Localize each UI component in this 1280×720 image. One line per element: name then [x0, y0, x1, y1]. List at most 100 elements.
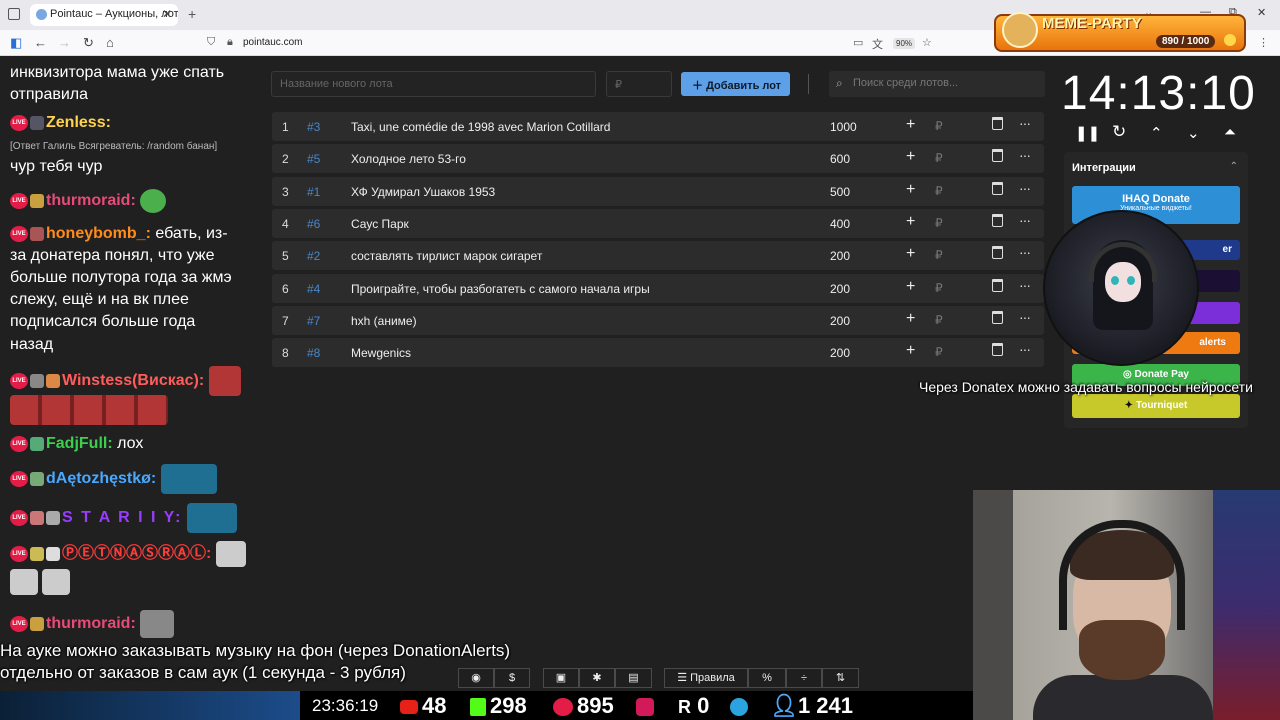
lot-id[interactable]: #7 — [307, 314, 320, 328]
lot-name[interactable]: составлять тирлист марок сигарет — [351, 249, 542, 263]
sort-icon[interactable]: ⇅ — [822, 668, 859, 688]
trash-icon[interactable] — [992, 343, 1003, 357]
timer-decrease-button[interactable]: ⌄ — [1187, 124, 1200, 142]
more-options-icon[interactable]: ··· — [1019, 180, 1031, 196]
ruble-icon[interactable]: ₽ — [935, 345, 943, 359]
add-amount-icon[interactable]: + — [906, 278, 915, 296]
tourniquet-button[interactable]: ✦ Tourniquet — [1072, 394, 1240, 418]
reset-timer-button[interactable]: ↻ — [1112, 122, 1126, 142]
lot-amount[interactable]: 200 — [830, 346, 850, 360]
bookmark-star-icon[interactable]: ☆ — [922, 36, 932, 49]
add-amount-icon[interactable]: + — [906, 116, 915, 134]
split-icon[interactable]: ÷ — [786, 668, 822, 688]
lot-name[interactable]: Проиграйте, чтобы разбогатеть с самого н… — [351, 282, 650, 296]
add-amount-icon[interactable]: + — [906, 181, 915, 199]
lot-amount-input[interactable]: ₽ — [606, 71, 672, 97]
ruble-icon[interactable]: ₽ — [935, 313, 943, 327]
lot-name[interactable]: ХФ Удмирал Ушаков 1953 — [351, 185, 495, 199]
lot-id[interactable]: #5 — [307, 152, 320, 166]
trash-icon[interactable] — [992, 181, 1003, 195]
more-options-icon[interactable]: ··· — [1019, 309, 1031, 325]
lot-name[interactable]: Taxi, une comédie de 1998 avec Marion Co… — [351, 120, 610, 134]
lot-search-input[interactable]: ⌕ Поиск среди лотов... — [829, 71, 1045, 97]
back-icon[interactable]: ← — [34, 35, 47, 50]
lot-amount[interactable]: 200 — [830, 249, 850, 263]
lot-amount[interactable]: 1000 — [830, 120, 857, 134]
ruble-icon[interactable]: ₽ — [935, 151, 943, 165]
add-amount-icon[interactable]: + — [906, 310, 915, 328]
tab-pointauc[interactable]: Pointauc – Аукционы, лотереи ✕ — [30, 4, 178, 26]
ruble-icon[interactable]: ₽ — [935, 248, 943, 262]
trash-icon[interactable] — [992, 117, 1003, 130]
new-lot-input[interactable]: Название нового лота — [271, 71, 596, 97]
lot-amount[interactable]: 200 — [830, 314, 850, 328]
trash-icon[interactable] — [992, 149, 1003, 163]
ruble-icon[interactable]: ₽ — [935, 216, 943, 230]
translate-icon[interactable]: 文 — [872, 36, 883, 52]
home-icon[interactable]: ⌂ — [106, 35, 114, 50]
extensions-icon[interactable]: ◧ — [10, 35, 22, 51]
chevron-up-icon[interactable]: ⌃ — [1230, 161, 1238, 172]
forward-icon[interactable]: → — [58, 35, 71, 50]
lot-amount[interactable]: 600 — [830, 152, 850, 166]
lot-row[interactable]: 5 #2 составлять тирлист марок сигарет 200 + ₽… — [272, 241, 1044, 271]
add-amount-icon[interactable]: + — [906, 342, 915, 360]
dollar-button[interactable]: $ — [494, 668, 530, 688]
github-icon[interactable]: ◉ — [458, 668, 494, 688]
new-tab-button[interactable]: + — [188, 6, 196, 22]
trash-icon[interactable] — [992, 278, 1003, 292]
more-options-icon[interactable]: ··· — [1019, 341, 1031, 357]
url-bar[interactable]: pointauc.com — [243, 37, 302, 48]
menu-icon[interactable]: ⋮ — [1258, 36, 1269, 49]
lot-row[interactable]: 3 #1 ХФ Удмирал Ушаков 1953 500 + ₽ ··· — [272, 176, 1044, 206]
more-options-icon[interactable]: ··· — [1019, 115, 1031, 131]
trash-icon[interactable] — [992, 310, 1003, 324]
lot-amount[interactable]: 200 — [830, 282, 850, 296]
lot-id[interactable]: #3 — [307, 120, 320, 134]
lot-id[interactable]: #6 — [307, 217, 320, 231]
ruble-icon[interactable]: ₽ — [935, 184, 943, 198]
more-options-icon[interactable]: ··· — [1019, 147, 1031, 163]
lock-icon[interactable]: 🔒︎ — [227, 36, 233, 49]
ruble-icon[interactable]: ₽ — [935, 281, 943, 295]
pause-button[interactable]: ❚❚ — [1075, 124, 1100, 142]
lot-row[interactable]: 8 #8 Mewgenics 200 + ₽ ··· — [272, 338, 1044, 368]
rules-button[interactable]: ☰ Правила — [664, 668, 748, 688]
more-options-icon[interactable]: ··· — [1019, 244, 1031, 260]
lot-id[interactable]: #4 — [307, 282, 320, 296]
lot-row[interactable]: 4 #6 Саус Парк 400 + ₽ ··· — [272, 208, 1044, 238]
sidebar-toggle-icon[interactable] — [8, 8, 20, 20]
lot-name[interactable]: Mewgenics — [351, 346, 411, 360]
more-options-icon[interactable]: ··· — [1019, 212, 1031, 228]
shield-icon[interactable]: ⛉ — [207, 36, 215, 49]
lot-amount[interactable]: 400 — [830, 217, 850, 231]
window-close-button[interactable]: ✕ — [1257, 6, 1266, 19]
timer-double-button[interactable]: ⏶ — [1224, 124, 1236, 141]
reload-icon[interactable]: ↻ — [83, 35, 94, 51]
add-lot-button[interactable]: ＋ Добавить лот — [681, 72, 790, 96]
more-options-icon[interactable]: ··· — [1019, 277, 1031, 293]
lot-name[interactable]: hxh (аниме) — [351, 314, 417, 328]
add-amount-icon[interactable]: + — [906, 245, 915, 263]
reader-mode-icon[interactable]: ▭ — [853, 36, 863, 49]
lot-id[interactable]: #1 — [307, 185, 320, 199]
timer-increase-button[interactable]: ⌃ — [1150, 124, 1163, 142]
history-icon[interactable]: ▤ — [615, 668, 652, 688]
trash-icon[interactable] — [992, 246, 1003, 260]
add-amount-icon[interactable]: + — [906, 213, 915, 231]
trash-icon[interactable] — [992, 213, 1003, 227]
add-amount-icon[interactable]: + — [906, 148, 915, 166]
bug-icon[interactable]: ✱ — [579, 668, 615, 688]
tab-close-button[interactable]: ✕ — [162, 7, 172, 21]
lot-id[interactable]: #8 — [307, 346, 320, 360]
lot-name[interactable]: Саус Парк — [351, 217, 409, 231]
ruble-icon[interactable]: ₽ — [935, 119, 943, 133]
lot-id[interactable]: #2 — [307, 249, 320, 263]
lot-name[interactable]: Холодное лето 53-го — [351, 152, 466, 166]
lot-row[interactable]: 2 #5 Холодное лето 53-го 600 + ₽ ··· — [272, 144, 1044, 174]
lot-row[interactable]: 6 #4 Проиграйте, чтобы разбогатеть с самог… — [272, 273, 1044, 303]
save-icon[interactable]: ▣ — [543, 668, 579, 688]
zoom-indicator[interactable]: 90% — [893, 38, 916, 49]
lot-row[interactable]: 7 #7 hxh (аниме) 200 + ₽ ··· — [272, 305, 1044, 335]
lot-amount[interactable]: 500 — [830, 185, 850, 199]
